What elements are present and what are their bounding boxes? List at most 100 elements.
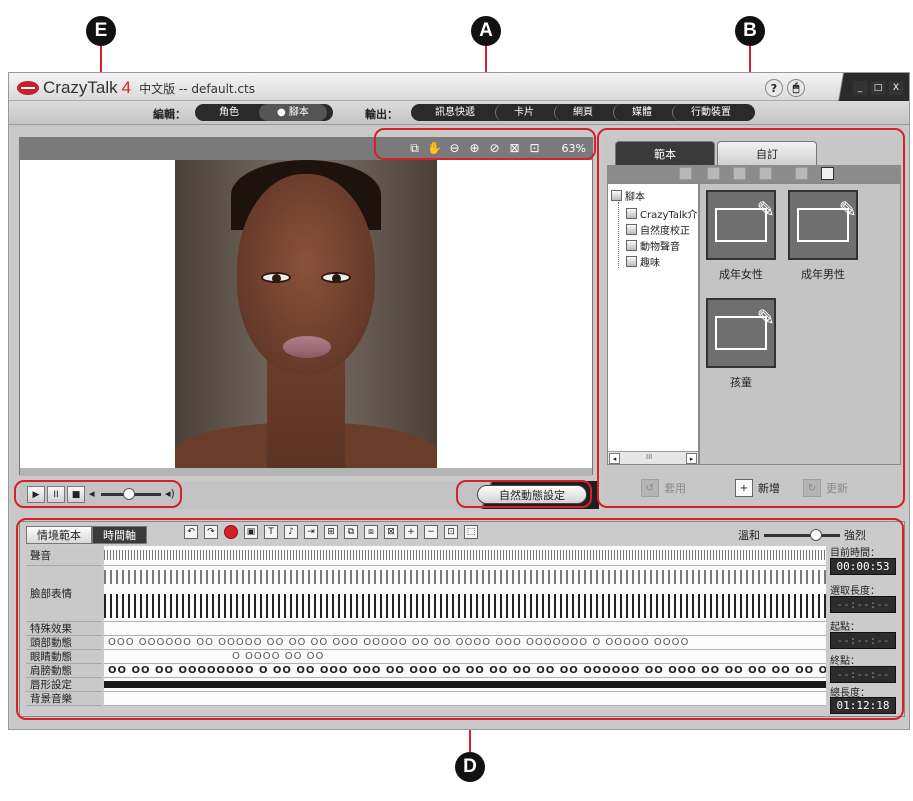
fit-icon[interactable]: ⧉ <box>408 141 422 155</box>
output-card-button[interactable]: 卡片 <box>495 104 552 121</box>
undo-icon[interactable]: ↶ <box>184 525 198 539</box>
character-portrait[interactable] <box>175 160 437 468</box>
track-lip[interactable] <box>104 678 826 692</box>
insert-icon[interactable]: ⊞ <box>324 525 338 539</box>
grid-icon[interactable]: ⊡ <box>528 141 542 155</box>
record-icon[interactable] <box>224 525 238 539</box>
reset-icon[interactable]: ⊘ <box>488 141 502 155</box>
scroll-left-icon[interactable]: ◂ <box>609 453 620 464</box>
volume-slider-knob[interactable] <box>123 488 135 500</box>
track-label-shoulder[interactable]: 肩膀動態 <box>26 664 102 678</box>
tab-template[interactable]: 範本 <box>615 141 715 165</box>
start-value: --:--:-- <box>830 632 896 649</box>
track-fx[interactable] <box>104 622 826 636</box>
minimize-button[interactable]: _ <box>853 81 867 95</box>
output-mobile-button[interactable]: 行動裝置 <box>672 104 749 121</box>
folder-icon <box>626 240 637 251</box>
tree-item-animal[interactable]: 動物聲音 <box>626 238 680 253</box>
track-voice[interactable] <box>104 546 826 566</box>
update-button[interactable]: ↻ 更新 <box>803 479 848 497</box>
strength-knob[interactable] <box>810 528 822 541</box>
zoom-out-icon[interactable]: ⊖ <box>448 141 462 155</box>
tree-horizontal-scrollbar[interactable]: ◂ III ▸ <box>608 451 698 464</box>
logo-text: CrazyTalk <box>43 78 118 97</box>
restore-button[interactable]: □ <box>871 81 885 95</box>
zoom-in-icon[interactable]: + <box>404 525 418 539</box>
track-label-voice[interactable]: 聲音 <box>26 546 102 566</box>
music-icon[interactable]: ♪ <box>284 525 298 539</box>
scroll-right-icon[interactable]: ▸ <box>686 453 697 464</box>
track-head[interactable]: OOO OOOOOO OO OOOOO OO OO OO OOO OOOOO O… <box>104 636 826 650</box>
head-keys: OOO OOOOOO OO OOOOO OO OO OO OOO OOOOO O… <box>108 637 690 648</box>
track-label-eye[interactable]: 眼睛動態 <box>26 650 102 664</box>
zoom-in-icon[interactable]: ⊕ <box>468 141 482 155</box>
track-shoulder[interactable]: OO OO OO OOOOOOOO O OO OO OOO OOO OO OOO… <box>104 664 826 678</box>
right-eye <box>321 272 351 283</box>
tree-item-fun[interactable]: 趣味 <box>626 254 660 269</box>
mouse-icon[interactable]: 🖱 <box>787 79 805 97</box>
strength-track[interactable] <box>764 528 840 541</box>
tree-item-natural[interactable]: 自然度校正 <box>626 222 690 237</box>
new-file-icon[interactable] <box>707 167 720 180</box>
track-label-head[interactable]: 頭部動態 <box>26 636 102 650</box>
track-facial[interactable] <box>104 566 826 622</box>
template-thumb-adult-male[interactable] <box>788 190 858 260</box>
natural-motion-button[interactable]: 自然動態設定 <box>477 485 587 504</box>
output-media-button[interactable]: 媒體 <box>613 104 670 121</box>
delete-icon[interactable]: ⊠ <box>384 525 398 539</box>
image-icon[interactable]: ▣ <box>244 525 258 539</box>
tree-root-script[interactable]: 腳本 <box>611 188 645 203</box>
edit-character-button[interactable]: 角色 <box>201 104 257 121</box>
scroll-thumb[interactable]: III <box>646 453 652 461</box>
window-controls: ? 🖱 _ □ X <box>765 79 903 97</box>
tree-item-intro[interactable]: CrazyTalk介 <box>626 206 698 221</box>
apply-button[interactable]: ↺ 套用 <box>641 479 686 497</box>
delete-icon[interactable] <box>795 167 808 180</box>
callout-a: A <box>471 16 501 46</box>
hand-icon[interactable]: ✋ <box>427 141 442 155</box>
template-label: 孩童 <box>730 376 752 389</box>
edit-script-button[interactable]: ● 腳本 <box>259 104 327 121</box>
paste-icon[interactable] <box>759 167 772 180</box>
tab-custom[interactable]: 自訂 <box>717 141 817 165</box>
stage-progress-bar[interactable] <box>20 468 592 476</box>
facial-keys-top <box>104 570 826 584</box>
timeline-toolbar: ↶ ↷ ▣ T ♪ ⇥ ⊞ ⧉ ⧈ ⊠ + − ⊡ ⬚ <box>184 525 478 539</box>
select-all-icon[interactable]: ⬚ <box>464 525 478 539</box>
open-folder-icon[interactable] <box>679 167 692 180</box>
tab-timeline[interactable]: 時間軸 <box>92 526 147 544</box>
help-button[interactable]: ? <box>765 79 783 97</box>
edit-label: 編輯： <box>153 108 186 121</box>
tab-scenario-template[interactable]: 情境範本 <box>26 526 92 544</box>
tree-label: 趣味 <box>640 258 660 269</box>
output-message-button[interactable]: 訊息快遞 <box>417 104 493 121</box>
play-button[interactable]: ▶ <box>27 486 45 503</box>
track-eye[interactable]: O OOOO OO OO <box>104 650 826 664</box>
copy-icon[interactable] <box>733 167 746 180</box>
frame-icon[interactable]: ⊠ <box>508 141 522 155</box>
track-label-music[interactable]: 背景音樂 <box>26 692 102 706</box>
output-web-button[interactable]: 網頁 <box>554 104 611 121</box>
cursor-icon[interactable]: ⇥ <box>304 525 318 539</box>
template-label: 成年女性 <box>719 268 763 281</box>
track-label-fx[interactable]: 特殊效果 <box>26 622 102 636</box>
facial-keys-bottom <box>104 594 826 618</box>
stop-button[interactable]: ■ <box>67 486 85 503</box>
template-thumb-child[interactable] <box>706 298 776 368</box>
pause-button[interactable]: II <box>47 486 65 503</box>
view-mode-icon[interactable] <box>821 167 834 180</box>
output-label: 輸出： <box>365 108 398 121</box>
template-thumb-adult-female[interactable] <box>706 190 776 260</box>
track-label-lip[interactable]: 唇形設定 <box>26 678 102 692</box>
fit-icon[interactable]: ⊡ <box>444 525 458 539</box>
mode-bar: 編輯： 角色 ● 腳本 輸出： 訊息快遞 卡片 網頁 媒體 行動裝置 <box>9 101 909 125</box>
zoom-out-icon[interactable]: − <box>424 525 438 539</box>
close-button[interactable]: X <box>889 81 903 95</box>
redo-icon[interactable]: ↷ <box>204 525 218 539</box>
add-button[interactable]: + 新增 <box>735 479 780 497</box>
track-music[interactable] <box>104 692 826 706</box>
copy-icon[interactable]: ⧉ <box>344 525 358 539</box>
text-icon[interactable]: T <box>264 525 278 539</box>
paste-icon[interactable]: ⧈ <box>364 525 378 539</box>
track-label-facial[interactable]: 臉部表情 <box>26 566 102 622</box>
